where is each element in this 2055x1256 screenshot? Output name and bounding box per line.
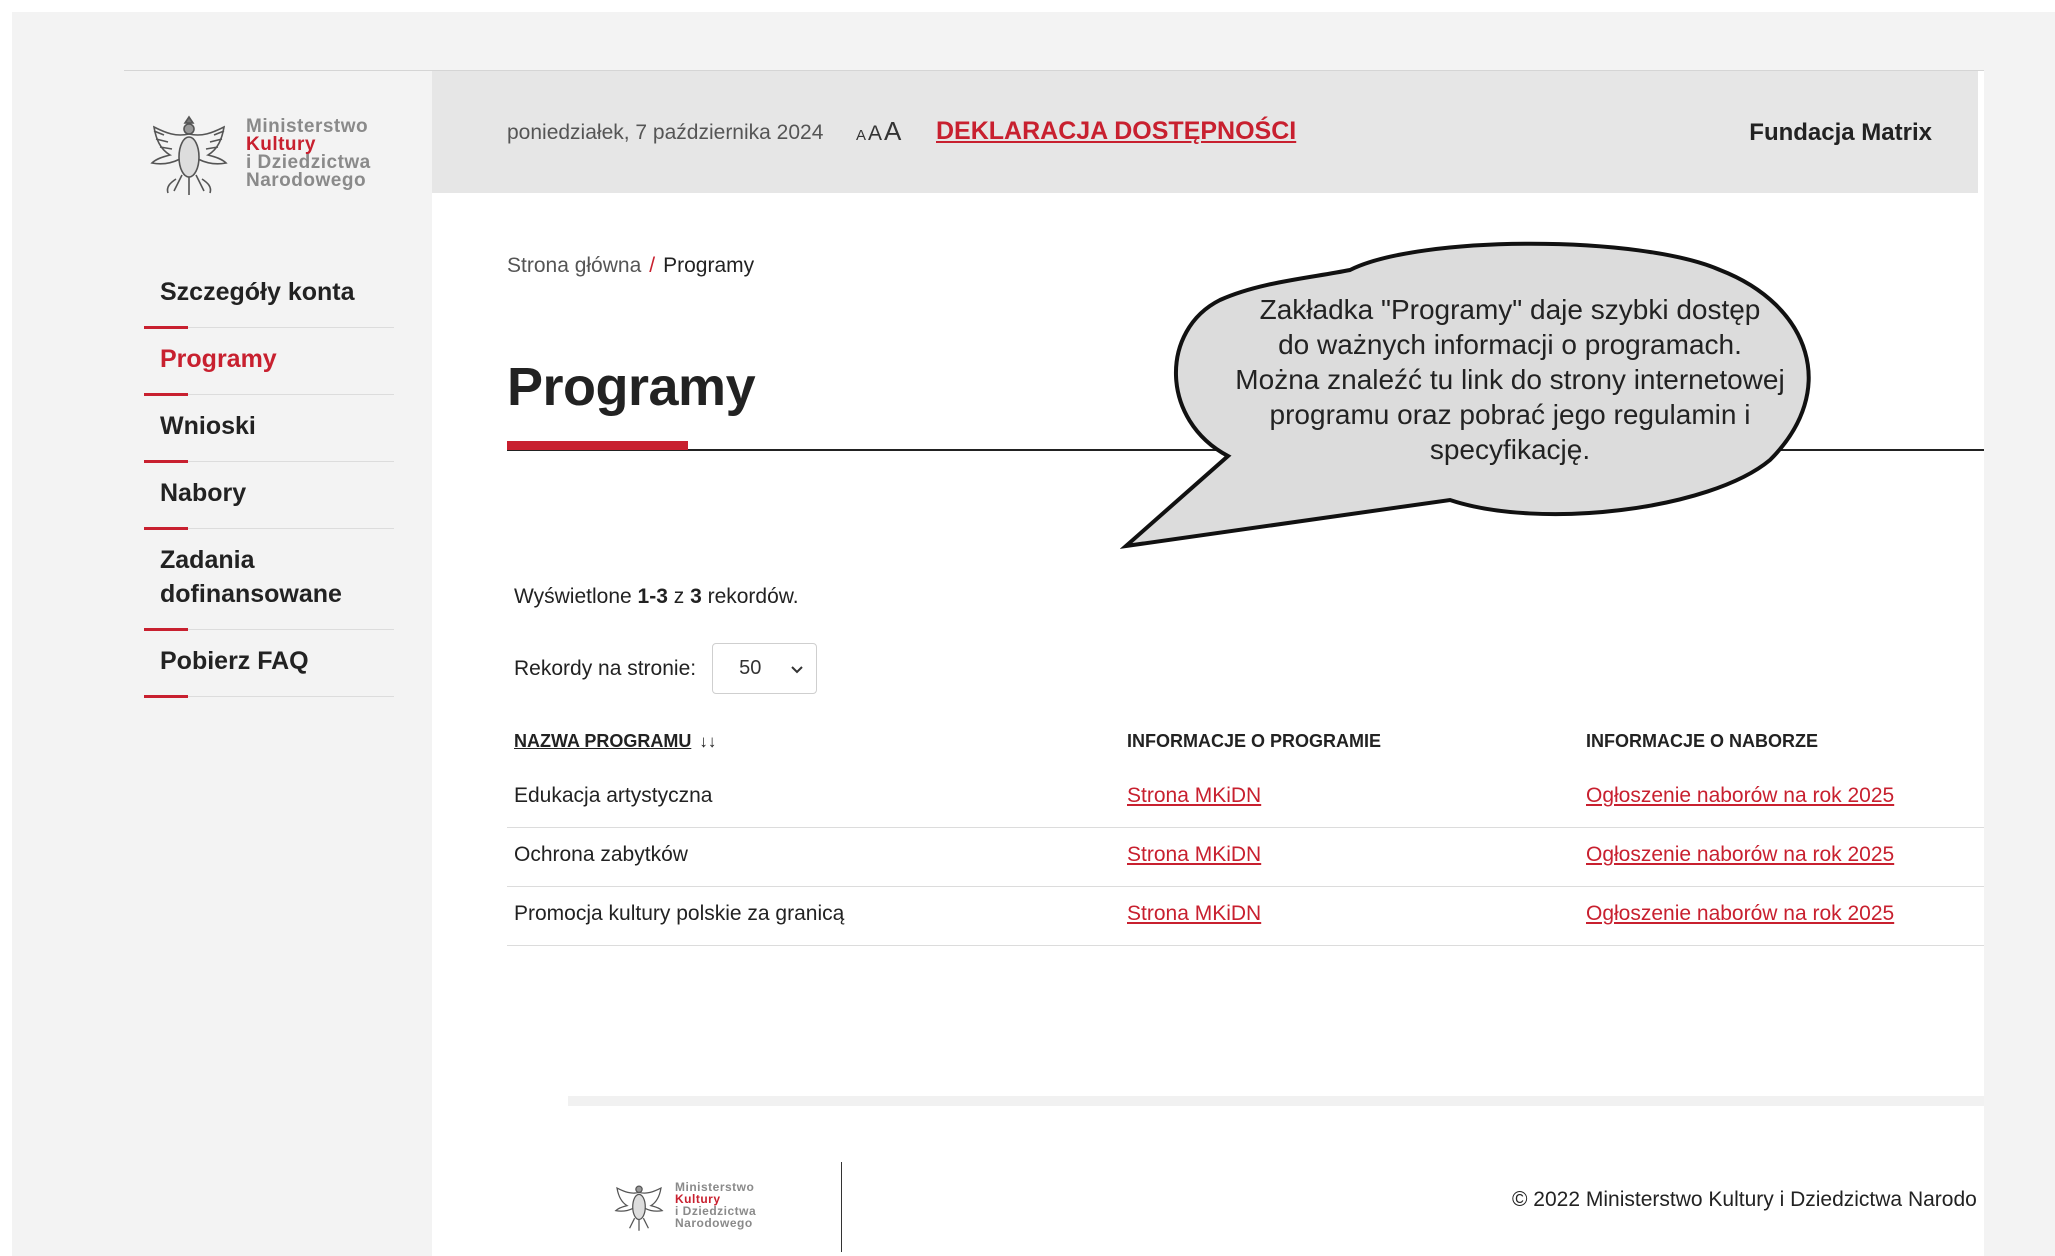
program-name: Ochrona zabytków	[514, 843, 688, 866]
programs-table: NAZWA PROGRAMU ↓↓ INFORMACJE O PROGRAMIE …	[507, 711, 1984, 946]
callout-line-2: do ważnych informacji o programach.	[1278, 329, 1742, 360]
per-page-select[interactable]: 50	[712, 643, 818, 694]
column-header-program-info: INFORMACJE O PROGRAMIE	[1127, 731, 1382, 751]
per-page-control: Rekordy na stronie: 50	[514, 643, 818, 694]
breadcrumb: Strona główna / Programy	[507, 254, 754, 278]
title-accent-bar	[507, 441, 688, 450]
sidebar-item-funded-tasks[interactable]: Zadania dofinansowane	[144, 529, 394, 631]
sort-icon: ↓↓	[699, 732, 717, 751]
logo-text: Ministerstwo Kultury i Dziedzictwa Narod…	[246, 117, 371, 191]
callout-line-1: Zakładka "Programy" daje szybki dostęp	[1259, 294, 1761, 325]
ministry-logo[interactable]: Ministerstwo Kultury i Dziedzictwa Narod…	[146, 109, 371, 199]
sidebar-nav: Szczegóły konta Programy Wnioski Nabory …	[144, 261, 394, 698]
callout-line-3: Można znaleźć tu link do strony internet…	[1235, 364, 1785, 395]
footer-vertical-divider	[841, 1162, 842, 1252]
column-header-program-name[interactable]: NAZWA PROGRAMU ↓↓	[514, 731, 716, 752]
records-range: 1-3	[637, 585, 668, 608]
sidebar-item-applications[interactable]: Wnioski	[144, 395, 394, 463]
records-suffix: rekordów.	[701, 585, 799, 608]
program-name: Promocja kultury polskie za granicą	[514, 902, 845, 925]
footer-divider-bar	[568, 1096, 1984, 1106]
sidebar-item-download-faq[interactable]: Pobierz FAQ	[144, 630, 394, 698]
footer-eagle-emblem-icon	[614, 1185, 664, 1231]
table-row: Promocja kultury polskie za granicą Stro…	[507, 887, 1984, 946]
callout-text: Zakładka "Programy" daje szybki dostęp d…	[1200, 292, 1820, 467]
callout-line-4: programu oraz pobrać jego regulamin i	[1269, 399, 1751, 430]
table-header: NAZWA PROGRAMU ↓↓ INFORMACJE O PROGRAMIE …	[507, 711, 1984, 769]
records-info: Wyświetlone 1-3 z 3 rekordów.	[514, 585, 799, 609]
sidebar: Ministerstwo Kultury i Dziedzictwa Narod…	[124, 71, 432, 1256]
column-header-call-info: INFORMACJE O NABORZE	[1586, 731, 1819, 751]
footer-logo-line-4: Narodowego	[675, 1216, 753, 1230]
per-page-value: 50	[739, 657, 762, 679]
breadcrumb-current: Programy	[663, 254, 755, 277]
breadcrumb-home-link[interactable]: Strona główna	[507, 254, 641, 277]
font-size-medium-button[interactable]: A	[868, 122, 882, 146]
footer-logo-text: Ministerstwo Kultury i Dziedzictwa Narod…	[675, 1181, 756, 1229]
program-name: Edukacja artystyczna	[514, 784, 713, 807]
records-total: 3	[690, 585, 702, 608]
logo-line-4: Narodowego	[246, 170, 367, 191]
records-prefix: Wyświetlone	[514, 585, 638, 608]
records-mid: z	[667, 585, 691, 608]
organization-name[interactable]: Fundacja Matrix	[1749, 119, 1932, 147]
callout-line-5: specyfikację.	[1429, 434, 1591, 465]
font-size-switcher: A A A	[856, 116, 903, 147]
program-info-link[interactable]: Strona MKiDN	[1127, 843, 1261, 866]
page-title: Programy	[507, 357, 756, 417]
sidebar-item-programs[interactable]: Programy	[144, 328, 394, 396]
chevron-down-icon	[791, 665, 803, 673]
accessibility-declaration-link[interactable]: DEKLARACJA DOSTĘPNOŚCI	[936, 117, 1296, 146]
program-info-link[interactable]: Strona MKiDN	[1127, 784, 1261, 807]
footer-ministry-logo[interactable]: Ministerstwo Kultury i Dziedzictwa Narod…	[612, 1176, 756, 1234]
call-info-link[interactable]: Ogłoszenie naborów na rok 2025	[1586, 784, 1894, 807]
column-header-program-name-label: NAZWA PROGRAMU	[514, 731, 692, 751]
sidebar-item-calls[interactable]: Nabory	[144, 462, 394, 530]
sidebar-item-account-details[interactable]: Szczegóły konta	[144, 261, 394, 329]
eagle-emblem-icon	[150, 115, 228, 195]
call-info-link[interactable]: Ogłoszenie naborów na rok 2025	[1586, 902, 1894, 925]
top-bar: poniedziałek, 7 października 2024 A A A …	[432, 71, 1978, 193]
font-size-large-button[interactable]: A	[884, 116, 901, 147]
copyright-text: © 2022 Ministerstwo Kultury i Dziedzictw…	[1512, 1188, 1977, 1211]
per-page-label: Rekordy na stronie:	[514, 656, 697, 680]
table-row: Ochrona zabytków Strona MKiDN Ogłoszenie…	[507, 828, 1984, 887]
breadcrumb-separator: /	[649, 254, 656, 277]
call-info-link[interactable]: Ogłoszenie naborów na rok 2025	[1586, 843, 1894, 866]
program-info-link[interactable]: Strona MKiDN	[1127, 902, 1261, 925]
current-date: poniedziałek, 7 października 2024	[507, 121, 824, 144]
font-size-small-button[interactable]: A	[856, 127, 866, 144]
table-row: Edukacja artystyczna Strona MKiDN Ogłosz…	[507, 769, 1984, 828]
